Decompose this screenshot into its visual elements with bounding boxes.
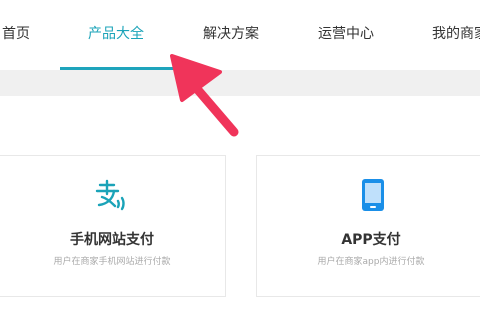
card-title: APP支付 [341,232,401,248]
nav-item-products[interactable]: 产品大全 [88,24,144,44]
product-card-mobile-web-pay[interactable]: 手机网站支付 用户在商家手机网站进行付款 [0,155,226,297]
nav-item-home[interactable]: 首页 [2,24,30,44]
nav-item-operations[interactable]: 运营中心 [318,24,374,44]
product-card-app-pay[interactable]: APP支付 用户在商家app内进行付款 [256,155,480,297]
nav-item-solutions[interactable]: 解决方案 [203,24,259,44]
nav-item-my-merchant[interactable]: 我的商家 [432,24,480,44]
annotation-arrow-icon [170,54,239,137]
card-description: 用户在商家手机网站进行付款 [53,257,171,267]
card-description: 用户在商家app内进行付款 [317,257,425,267]
page: 首页 产品大全 解决方案 运营中心 我的商家 手机网站支付 用户在商家手机网站进… [0,0,480,320]
alipay-logo-icon [95,179,125,211]
mobile-phone-icon [362,179,384,211]
card-title: 手机网站支付 [70,232,154,248]
